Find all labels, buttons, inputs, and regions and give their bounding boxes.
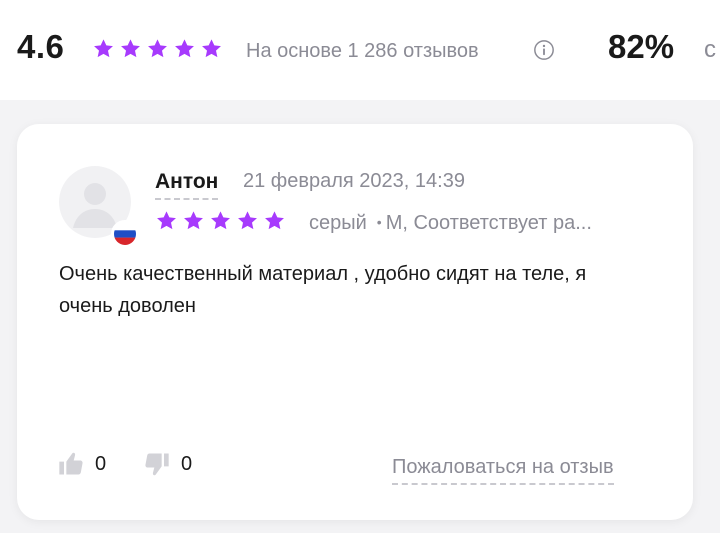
summary-star-rating <box>92 38 223 60</box>
size-fit: M, Соответствует ра... <box>385 212 592 234</box>
thumbs-up-icon[interactable] <box>57 450 85 478</box>
reviews-summary-bar: 4.6 На основе 1 286 отзывов 82% с <box>0 0 720 100</box>
star-icon <box>157 211 176 230</box>
average-rating: 4.6 <box>17 28 65 65</box>
recommend-label-truncated: с <box>704 36 716 63</box>
review-date: 21 февраля 2023, 14:39 <box>243 170 465 192</box>
dislike-button[interactable]: 0 <box>143 450 192 478</box>
star-icon <box>211 211 230 230</box>
review-author[interactable]: Антон <box>155 170 219 200</box>
star-icon <box>202 39 221 58</box>
color-variant: серый <box>309 212 367 234</box>
star-icon <box>148 39 167 58</box>
reviews-count-label: На основе 1 286 отзывов <box>246 40 479 62</box>
recommend-percent: 82% <box>608 28 675 65</box>
star-icon <box>238 211 257 230</box>
like-count: 0 <box>95 452 107 475</box>
russia-flag-icon <box>111 220 139 248</box>
star-icon <box>94 39 113 58</box>
info-icon[interactable] <box>533 39 555 61</box>
dislike-count: 0 <box>181 452 193 475</box>
star-icon <box>265 211 284 230</box>
thumbs-down-icon[interactable] <box>143 450 171 478</box>
purchase-details: серый • M, Соответствует ра... <box>309 212 592 235</box>
review-card: Антон 21 февраля 2023, 14:39 серый • M, Со… <box>17 124 693 520</box>
review-star-rating <box>155 210 286 232</box>
review-text: Очень качественный материал , удобно сид… <box>59 263 587 317</box>
report-review-link[interactable]: Пожаловаться на отзыв <box>392 456 614 485</box>
star-icon <box>184 211 203 230</box>
star-icon <box>121 39 140 58</box>
separator-dot: • <box>376 214 382 230</box>
like-button[interactable]: 0 <box>57 450 106 478</box>
star-icon <box>175 39 194 58</box>
